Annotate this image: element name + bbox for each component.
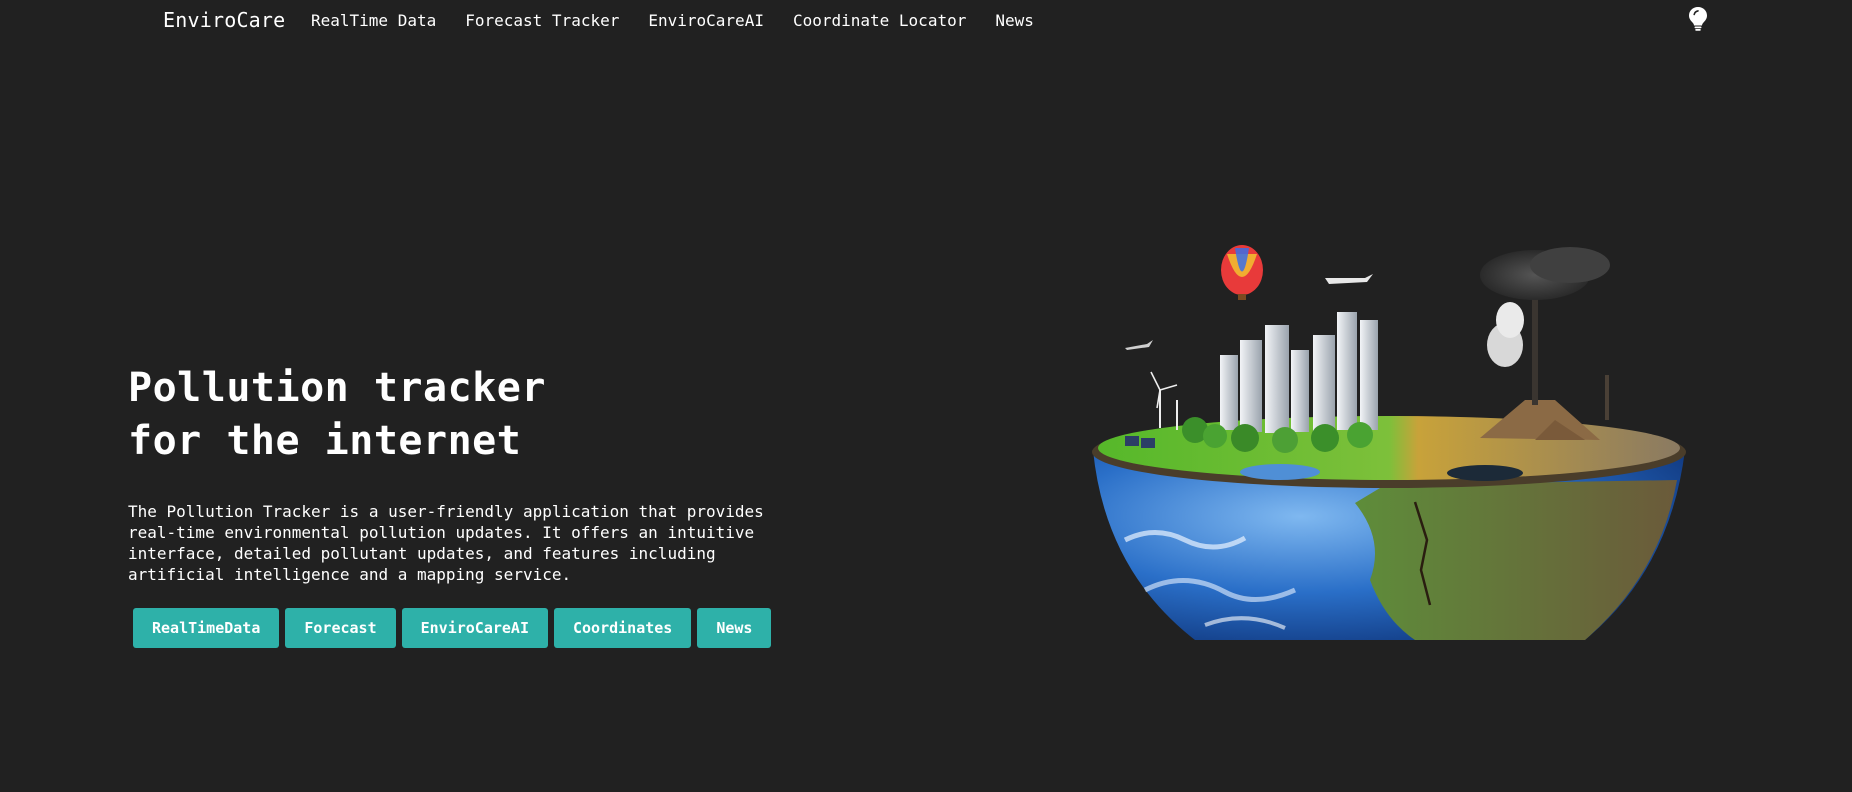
hero-description: The Pollution Tracker is a user-friendly… bbox=[128, 502, 764, 584]
half-earth-illustration bbox=[1092, 245, 1686, 640]
news-button[interactable]: News bbox=[697, 608, 772, 648]
nav-link-envirocareai[interactable]: EnviroCareAI bbox=[648, 11, 764, 30]
nav-links: RealTime Data Forecast Tracker EnviroCar… bbox=[311, 11, 1063, 30]
hero-title: Pollution tracker for the internet bbox=[128, 362, 546, 468]
hero-button-row: RealTimeData Forecast EnviroCareAI Coord… bbox=[133, 608, 777, 648]
page: EnviroCare RealTime Data Forecast Tracke… bbox=[0, 0, 1852, 792]
hero-illustration bbox=[1085, 240, 1695, 665]
hero-title-line-1: Pollution tracker bbox=[128, 365, 546, 411]
envirocareai-button[interactable]: EnviroCareAI bbox=[401, 608, 548, 648]
coordinates-button[interactable]: Coordinates bbox=[554, 608, 692, 648]
nav-link-coordinate-locator[interactable]: Coordinate Locator bbox=[793, 11, 966, 30]
lightbulb-icon bbox=[1689, 7, 1707, 31]
theme-toggle-button[interactable] bbox=[1687, 6, 1709, 32]
brand-logo-link[interactable]: EnviroCare bbox=[163, 8, 285, 32]
nav-link-news[interactable]: News bbox=[995, 11, 1034, 30]
forecast-button[interactable]: Forecast bbox=[285, 608, 396, 648]
hero-title-line-2: for the internet bbox=[128, 418, 522, 464]
realtime-data-button[interactable]: RealTimeData bbox=[133, 608, 280, 648]
navbar: EnviroCare RealTime Data Forecast Tracke… bbox=[0, 0, 1852, 42]
nav-link-forecast-tracker[interactable]: Forecast Tracker bbox=[465, 11, 619, 30]
nav-link-realtime-data[interactable]: RealTime Data bbox=[311, 11, 436, 30]
